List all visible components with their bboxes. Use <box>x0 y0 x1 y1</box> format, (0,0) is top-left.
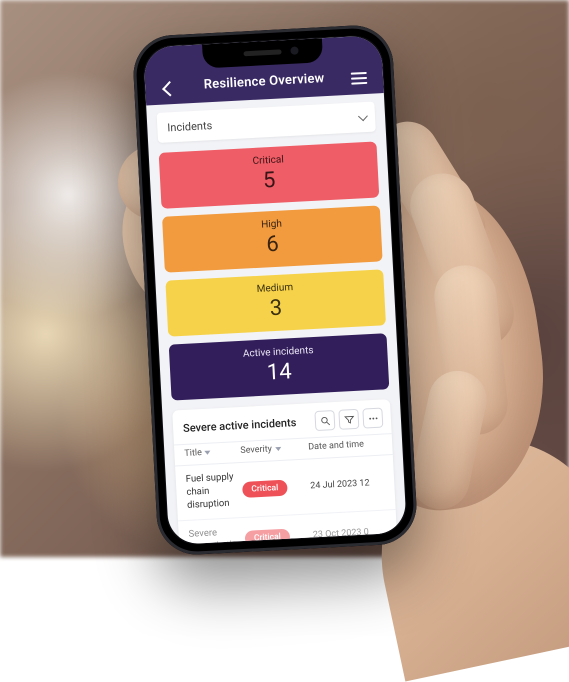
more-button[interactable] <box>362 408 383 429</box>
view-dropdown[interactable]: Incidents <box>157 102 376 143</box>
search-icon <box>319 415 331 427</box>
filter-icon <box>343 414 355 426</box>
search-button[interactable] <box>314 410 335 431</box>
row-title: Fuel supply chain disruption <box>186 471 240 512</box>
phone-screen: Resilience Overview Incidents Critical 5 <box>143 35 407 545</box>
row-title: Severe storm in the <box>188 527 241 545</box>
summary-cards: Critical 5 High 6 Medium 3 Active incide… <box>148 137 399 401</box>
severity-badge: Critical <box>245 529 291 545</box>
col-title[interactable]: Title <box>184 446 236 459</box>
severity-badge: Critical <box>242 480 288 498</box>
chevron-down-icon <box>358 111 366 124</box>
page-title: Resilience Overview <box>203 71 324 92</box>
row-datetime: 23 Oct 2023 0 <box>313 527 387 541</box>
card-active-incidents[interactable]: Active incidents 14 <box>169 333 390 400</box>
phone-device: Resilience Overview Incidents Critical 5 <box>132 24 419 557</box>
card-medium[interactable]: Medium 3 <box>165 269 386 336</box>
card-critical[interactable]: Critical 5 <box>159 141 380 208</box>
more-icon <box>367 412 379 424</box>
menu-button[interactable] <box>349 72 370 85</box>
back-icon[interactable] <box>159 83 180 95</box>
col-datetime[interactable]: Date and time <box>308 439 382 453</box>
hamburger-icon <box>351 72 368 85</box>
card-high[interactable]: High 6 <box>162 205 383 272</box>
filter-button[interactable] <box>338 409 359 430</box>
col-severity[interactable]: Severity <box>240 443 304 456</box>
dropdown-selected: Incidents <box>167 119 213 134</box>
incidents-list: Severe active incidents Ti <box>172 399 398 545</box>
row-datetime: 24 Jul 2023 12 <box>310 478 384 492</box>
list-title: Severe active incidents <box>183 416 297 435</box>
